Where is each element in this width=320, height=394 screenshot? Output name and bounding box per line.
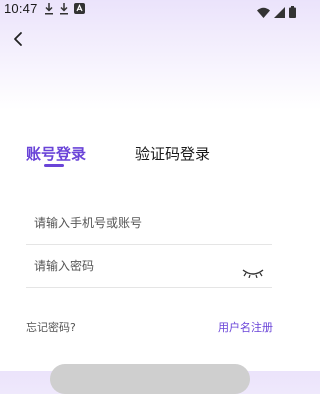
phone-account-input[interactable] (34, 212, 234, 234)
download-icon (44, 3, 54, 15)
login-button[interactable] (50, 364, 250, 394)
password-field (26, 247, 272, 288)
eye-closed-icon (242, 263, 264, 282)
app-notification-icon (74, 3, 85, 15)
register-username-link[interactable]: 用户名注册 (218, 319, 273, 335)
phone-account-field (26, 204, 272, 245)
active-tab-indicator (44, 164, 64, 167)
wifi-icon (257, 3, 270, 22)
status-system-icons (257, 3, 296, 22)
tab-sms-code-login[interactable]: 验证码登录 (135, 143, 210, 164)
download-icon (59, 3, 69, 15)
status-time: 10:47 (4, 1, 38, 16)
tab-account-login[interactable]: 账号登录 (26, 143, 86, 164)
chevron-left-icon (10, 32, 28, 52)
password-input[interactable] (34, 255, 234, 277)
forgot-password-link[interactable]: 忘记密码? (26, 319, 76, 335)
status-notification-icons (44, 3, 85, 15)
back-button[interactable] (10, 30, 28, 48)
battery-icon (289, 3, 296, 22)
signal-icon (274, 3, 285, 22)
password-visibility-toggle[interactable] (242, 263, 264, 279)
status-bar: 10:47 (0, 0, 300, 18)
